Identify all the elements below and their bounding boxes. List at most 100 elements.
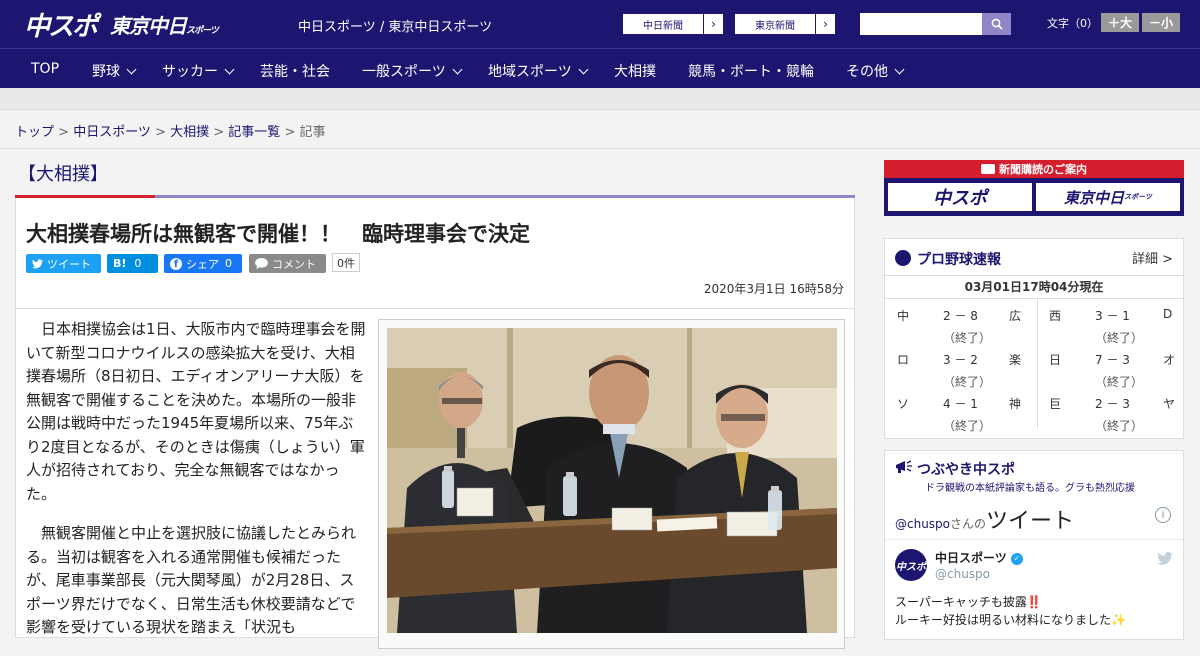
hatena-count: 0 [134, 257, 142, 270]
nav-item-other[interactable]: その他 [846, 61, 905, 81]
game-row[interactable]: ロ 3 － 2 楽 （終了） [885, 351, 1035, 395]
article-paragraph: 日本相撲協会は1日、大阪市内で臨時理事会を開いて新型コロナウイルスの感染拡大を受… [26, 320, 366, 503]
top-header: 中スポ 東京中日スポーツ 中日スポーツ / 東京中日スポーツ 中日新聞 › 東京… [0, 0, 1200, 48]
site-title: 中日スポーツ / 東京中日スポーツ [298, 20, 493, 35]
nav-item-baseball[interactable]: 野球 [92, 61, 137, 81]
tweet-label: ツイート [47, 257, 91, 271]
divider [885, 539, 1183, 540]
game-score: 3 － 1 [1095, 309, 1130, 323]
hatena-icon: B! [113, 257, 127, 270]
baseball-detail-link[interactable]: 詳細 > [1132, 248, 1173, 267]
facebook-icon: f [170, 257, 182, 270]
megaphone-icon [896, 460, 912, 473]
speech-bubble-icon [255, 258, 268, 269]
away-team: 広 [1009, 309, 1022, 323]
font-size-label: 文字（0） [1047, 17, 1098, 30]
chevron-down-icon [224, 64, 235, 75]
breadcrumb-article-list[interactable]: 記事一覧 [228, 125, 280, 140]
verified-badge-icon: ✓ [1010, 552, 1023, 565]
tweet-handle-suffix: さんの [950, 517, 987, 531]
chunichi-shimbun-link[interactable]: 中日新聞 › [622, 13, 724, 35]
hatena-bookmark-button[interactable]: B! 0 [107, 254, 158, 273]
nav-item-general-sports[interactable]: 一般スポーツ [362, 61, 463, 81]
search-button[interactable] [982, 13, 1011, 35]
chevron-down-icon [894, 64, 905, 75]
game-status: （終了） [943, 331, 992, 345]
promo-tokyo-text: 東京中日 [1064, 188, 1125, 207]
score-column-left: 中 2 － 8 広 （終了） ロ 3 － 2 楽 （終了） ソ 4 － 1 神 … [885, 307, 1035, 439]
nav-item-soccer[interactable]: サッカー [162, 61, 235, 81]
chevron-down-icon [126, 64, 137, 75]
facebook-label: シェア [186, 257, 219, 271]
game-row[interactable]: 西 3 － 1 D （終了） [1037, 307, 1187, 351]
promo-tokyo-chunichi[interactable]: 東京中日 スポーツ [1036, 183, 1180, 211]
game-status: （終了） [1095, 375, 1144, 389]
game-score: 7 － 3 [1095, 353, 1130, 367]
game-score: 3 － 2 [943, 353, 978, 367]
comment-button[interactable]: コメント [249, 254, 326, 273]
breadcrumb-chunichi-sports[interactable]: 中日スポーツ [73, 125, 151, 140]
chevron-down-icon [452, 64, 463, 75]
nav-label: 大相撲 [614, 64, 656, 80]
tweet-author-handle[interactable]: @chuspo [935, 567, 990, 581]
font-smaller-button[interactable]: －小 [1142, 13, 1180, 32]
breadcrumb-sumo[interactable]: 大相撲 [170, 125, 209, 140]
article-paragraph: 無観客開催と中止を選択肢に協議したとみられる。当初は観客を入れる通常開催も候補だ… [26, 524, 357, 636]
tweet-text: スーパーキャッチも披露‼️ ルーキー好投は明るい材料になりました✨ [895, 593, 1126, 629]
baseball-scores-widget: プロ野球速報 詳細 > 03月01日17時04分現在 中 2 － 8 広 （終了… [884, 238, 1184, 439]
twitter-widget: つぶやき中スポ ドラ観戦の本紙評論家も語る。グラも熱烈応援 @chuspoさんの… [884, 450, 1184, 640]
nav-item-top[interactable]: TOP [31, 61, 59, 77]
nav-label: 地域スポーツ [488, 64, 572, 80]
nav-label: サッカー [162, 64, 218, 80]
game-status: （終了） [1095, 331, 1144, 345]
tweet-line: ルーキー好投は明るい材料になりました✨ [895, 613, 1126, 627]
twitter-bird-icon [32, 258, 43, 268]
chuspo-logo[interactable]: 中スポ [24, 6, 98, 43]
facebook-count: 0 [225, 257, 232, 270]
baseball-icon [895, 250, 911, 266]
nav-label: 芸能・社会 [260, 64, 330, 80]
breadcrumb-top[interactable]: トップ [15, 125, 54, 140]
nav-item-racing[interactable]: 競馬・ボート・競輪 [688, 61, 814, 81]
game-status: （終了） [943, 375, 992, 389]
game-row[interactable]: 巨 2 － 3 ヤ （終了） [1037, 395, 1187, 439]
avatar[interactable]: 中スポ [895, 549, 927, 581]
facebook-share-button[interactable]: f シェア 0 [164, 254, 242, 273]
game-score: 2 － 3 [1095, 397, 1130, 411]
tokyo-chunichi-logo[interactable]: 東京中日スポーツ [110, 10, 219, 39]
chevron-down-icon [578, 64, 589, 75]
nav-item-sumo[interactable]: 大相撲 [614, 61, 656, 81]
search-icon [991, 18, 1003, 30]
article-photo[interactable] [387, 328, 837, 633]
font-larger-button[interactable]: ＋大 [1101, 13, 1139, 32]
tokyo-logo-small: スポーツ [186, 26, 219, 36]
tweet-line: スーパーキャッチも披露‼️ [895, 595, 1042, 609]
chevron-right-icon: › [815, 14, 835, 34]
home-team: ロ [897, 353, 910, 367]
nav-item-local-sports[interactable]: 地域スポーツ [488, 61, 589, 81]
divider [0, 148, 1200, 149]
nav-label: TOP [31, 61, 60, 77]
game-row[interactable]: ソ 4 － 1 神 （終了） [885, 395, 1035, 439]
nav-label: 一般スポーツ [362, 64, 446, 80]
tokyo-shimbun-link[interactable]: 東京新聞 › [734, 13, 836, 35]
nav-label: その他 [846, 64, 888, 80]
twitter-bird-icon[interactable] [1157, 551, 1173, 569]
promo-title-text: 新聞購読のご案内 [999, 163, 1087, 176]
away-team: ヤ [1163, 397, 1176, 411]
widget-title: つぶやき中スポ [917, 462, 1015, 478]
nav-item-entertainment[interactable]: 芸能・社会 [260, 61, 330, 81]
promo-chuspo[interactable]: 中スポ [888, 183, 1032, 211]
article-body: 日本相撲協会は1日、大阪市内で臨時理事会を開いて新型コロナウイルスの感染拡大を受… [26, 318, 368, 656]
tweet-author-name[interactable]: 中日スポーツ ✓ [935, 549, 1023, 566]
home-team: 巨 [1049, 397, 1062, 411]
info-icon[interactable]: i [1155, 507, 1171, 523]
ad-strip [0, 88, 1200, 110]
chevron-right-icon: › [703, 14, 723, 34]
breadcrumb: トップ > 中日スポーツ > 大相撲 > 記事一覧 > 記事 [15, 121, 326, 140]
game-row[interactable]: 中 2 － 8 広 （終了） [885, 307, 1035, 351]
game-row[interactable]: 日 7 － 3 オ （終了） [1037, 351, 1187, 395]
tweet-button[interactable]: ツイート [26, 254, 101, 273]
tweet-handle-link[interactable]: @chuspo [895, 517, 950, 531]
link-label: 東京新聞 [755, 20, 795, 32]
